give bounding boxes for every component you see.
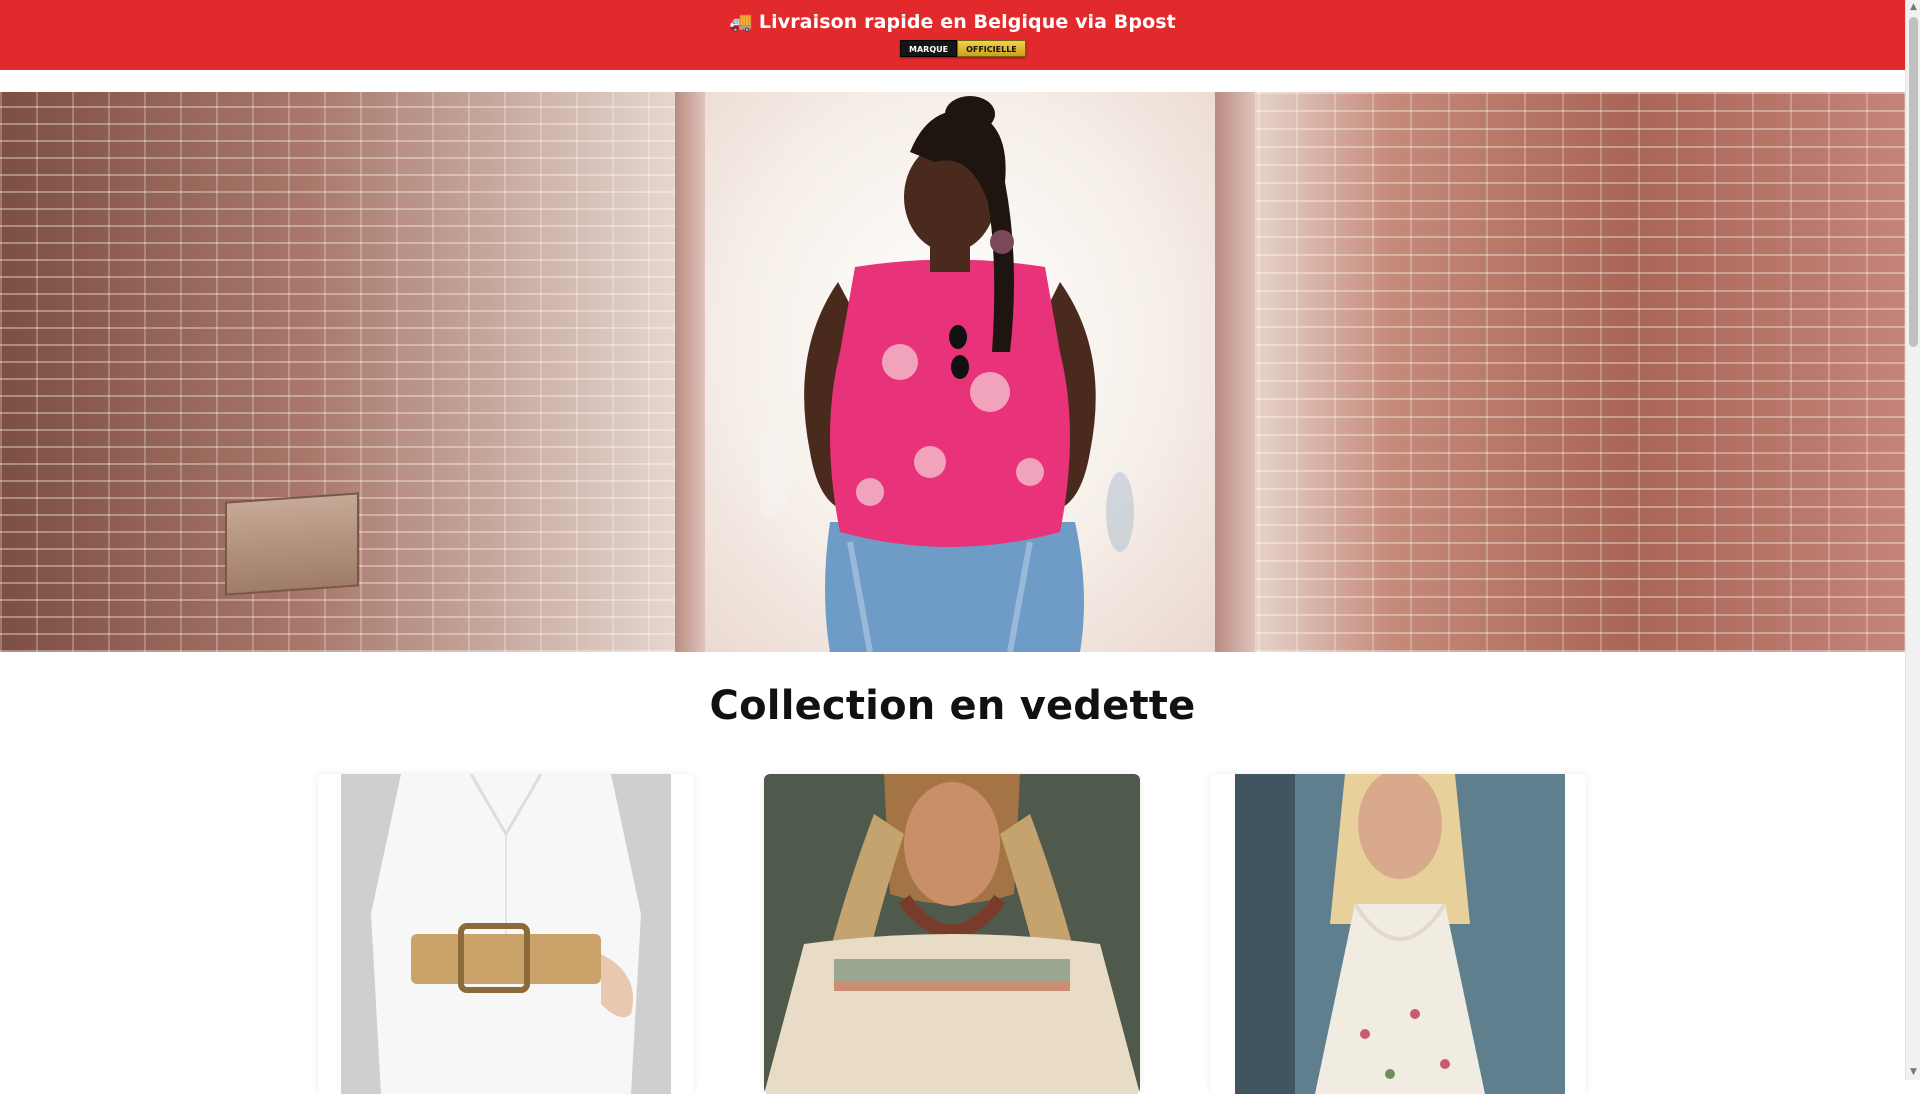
announcement-text: Livraison rapide en Belgique via Bpost: [758, 11, 1176, 33]
wall-plaque: [225, 492, 359, 596]
product-image-white-shirt-dress[interactable]: [341, 774, 671, 1094]
badge-left-label: MARQUE: [900, 40, 958, 57]
alley-pillar-right: [1215, 92, 1255, 652]
product-card-3[interactable]: [1210, 774, 1586, 1094]
scroll-up-arrow-icon[interactable]: ▲: [1906, 0, 1920, 15]
header-spacer: [0, 70, 1905, 92]
product-card-2[interactable]: [764, 774, 1140, 1094]
alley-pillar-left: [675, 92, 705, 652]
truck-icon: 🚚: [729, 11, 753, 33]
official-brand-badge: MARQUE OFFICIELLE: [900, 40, 1026, 57]
product-card-1[interactable]: [318, 774, 694, 1094]
scrollbar-thumb[interactable]: [1909, 17, 1918, 347]
featured-collection-title: Collection en vedette: [709, 683, 1196, 729]
scroll-down-arrow-icon[interactable]: ▼: [1906, 1065, 1920, 1080]
announcement-message: 🚚 Livraison rapide en Belgique via Bpost: [0, 10, 1905, 33]
hero-model-image: [760, 96, 1134, 652]
announcement-bar: 🚚 Livraison rapide en Belgique via Bpost …: [0, 0, 1905, 70]
product-image-boho-blouse[interactable]: [764, 774, 1140, 1094]
page-scrollbar[interactable]: ▲ ▼: [1905, 0, 1920, 1080]
hero-banner[interactable]: [0, 92, 1905, 652]
badge-right-label: OFFICIELLE: [957, 40, 1026, 57]
brick-wall-right: [1220, 92, 1905, 652]
product-image-floral-sundress[interactable]: [1235, 774, 1565, 1094]
